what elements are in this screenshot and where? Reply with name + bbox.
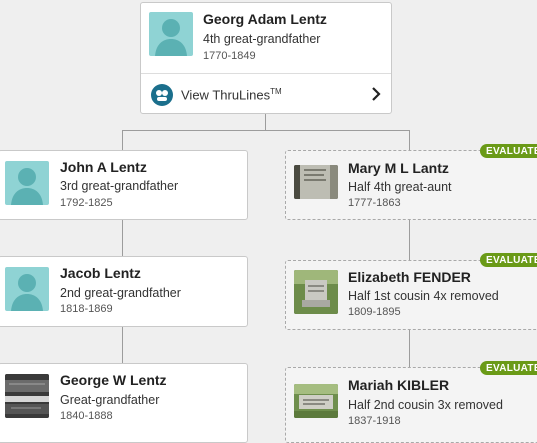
evaluate-badge[interactable]: EVALUATE [480,361,537,375]
person-name[interactable]: Mariah KIBLER [348,377,449,393]
connector-left-1-2 [122,220,123,256]
person-dates: 1818-1869 [60,303,113,315]
person-name[interactable]: John A Lentz [60,159,147,175]
trademark-mark: TM [270,87,282,96]
thrulines-icon [151,84,173,106]
connector-horizontal [122,130,410,131]
person-dates: 1840-1888 [60,410,113,422]
person-name[interactable]: Elizabeth FENDER [348,269,471,285]
person-silhouette-icon [5,161,49,205]
person-name[interactable]: Georg Adam Lentz [203,11,327,27]
person-card-right-3[interactable]: Mariah KIBLER Half 2nd cousin 3x removed… [285,367,537,443]
person-relationship: 4th great-grandfather [203,32,321,46]
person-relationship: Half 2nd cousin 3x removed [348,398,503,412]
connector-left-down [122,130,123,150]
view-thrulines-button[interactable]: View ThruLinesTM [141,73,391,116]
person-relationship: Great-grandfather [60,393,160,407]
person-card-right-2[interactable]: Elizabeth FENDER Half 1st cousin 4x remo… [285,260,537,330]
connector-right-2-3 [409,330,410,367]
gravestone-photo [294,270,338,314]
person-relationship: 3rd great-grandfather [60,179,179,193]
person-silhouette-icon [5,267,49,311]
gravestone-photo [294,384,338,418]
person-card-left-3[interactable]: George W Lentz Great-grandfather 1840-18… [0,363,248,443]
person-dates: 1792-1825 [60,197,113,209]
person-name[interactable]: George W Lentz [60,372,167,388]
person-name[interactable]: Mary M L Lantz [348,160,449,176]
thrulines-label-text: View ThruLines [181,87,271,103]
gravestone-photo [5,374,49,418]
person-card-left-2[interactable]: Jacob Lentz 2nd great-grandfather 1818-1… [0,256,248,327]
person-relationship: 2nd great-grandfather [60,286,181,300]
root-person-card[interactable]: Georg Adam Lentz 4th great-grandfather 1… [140,2,392,114]
person-silhouette-icon [149,12,193,56]
person-dates: 1809-1895 [348,306,401,318]
evaluate-badge[interactable]: EVALUATE [480,253,537,267]
connector-right-down [409,130,410,150]
chevron-right-icon [371,86,381,107]
connector-root-down [265,114,266,130]
connector-left-2-3 [122,327,123,363]
evaluate-badge[interactable]: EVALUATE [480,144,537,158]
person-card-left-1[interactable]: John A Lentz 3rd great-grandfather 1792-… [0,150,248,220]
person-dates: 1777-1863 [348,197,401,209]
person-dates: 1770-1849 [203,50,256,62]
connector-right-1-2 [409,220,410,260]
person-relationship: Half 4th great-aunt [348,180,452,194]
gravestone-photo [294,165,338,199]
person-relationship: Half 1st cousin 4x removed [348,289,499,303]
thrulines-label: View ThruLinesTM [181,87,282,102]
person-card-right-1[interactable]: Mary M L Lantz Half 4th great-aunt 1777-… [285,150,537,220]
person-dates: 1837-1918 [348,415,401,427]
person-name[interactable]: Jacob Lentz [60,265,141,281]
